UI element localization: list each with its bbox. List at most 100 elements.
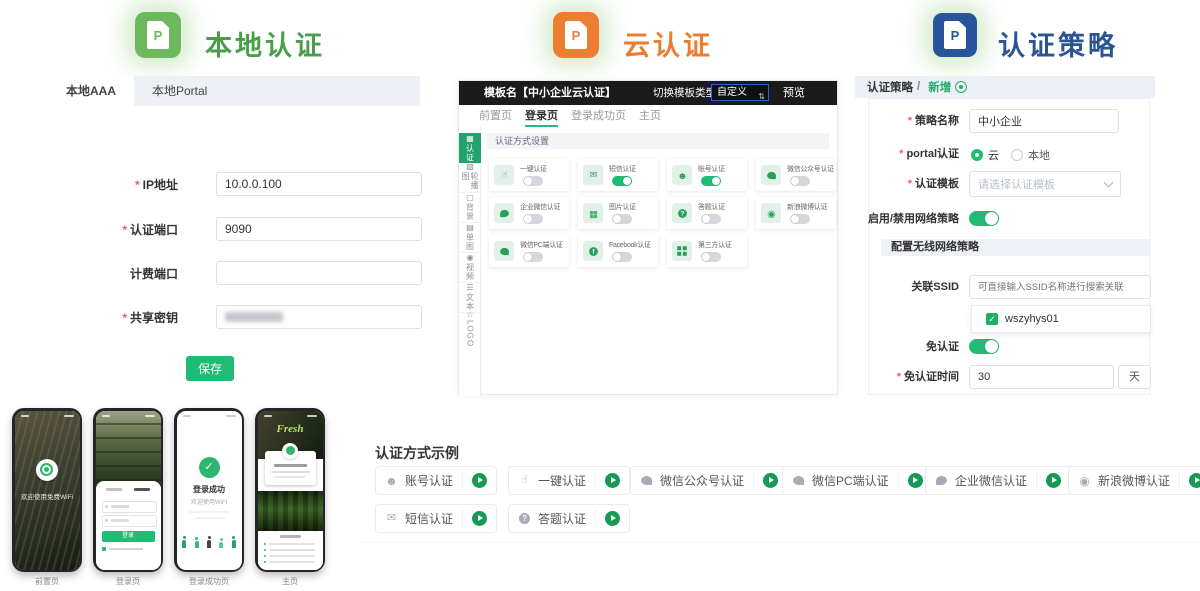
auth-free-time-field[interactable] [969, 365, 1114, 389]
method-toggle[interactable] [612, 176, 632, 186]
sidebar-item-background[interactable]: ▢背景 [459, 193, 481, 223]
weibo-icon [761, 203, 781, 223]
wechat-icon [640, 474, 653, 487]
policy-name-field[interactable] [969, 109, 1119, 133]
shared-key-field[interactable] [216, 305, 422, 329]
radio-icon[interactable] [971, 149, 983, 161]
tab-pre-page[interactable]: 前置页 [479, 107, 512, 127]
method-toggle[interactable] [612, 214, 632, 224]
phone-caption: 登录成功页 [174, 576, 244, 587]
phone-caption: 前置页 [12, 576, 82, 587]
page: P 本地认证 本地AAA 本地Portal *IP地址 *认证端口 计费端口 *… [0, 0, 1200, 591]
password-input [102, 515, 157, 527]
local-auth-title: 本地认证 [205, 24, 325, 63]
phone-screen: ✓ 登录成功 欢迎使用WiFi [177, 411, 242, 570]
ssid-search-input[interactable] [969, 275, 1151, 299]
sidebar-item-single-image[interactable]: ▤单图 [459, 223, 481, 253]
play-icon[interactable] [605, 473, 620, 488]
play-icon[interactable] [908, 473, 923, 488]
method-card: 一键认证 [489, 159, 569, 191]
radio-local[interactable]: 本地 [1011, 147, 1050, 163]
sidebar-item-auth[interactable]: ▦认证 [459, 133, 481, 163]
example-chip-wechat[interactable]: 微信公众号认证 [630, 466, 788, 495]
local-tabbar: 本地AAA 本地Portal [48, 76, 420, 106]
quiz-icon [672, 203, 692, 223]
single-image-icon: ▤ [466, 224, 474, 232]
auth-port-field[interactable] [216, 217, 422, 241]
method-card: 微信PC端认证 [489, 235, 569, 267]
method-toggle[interactable] [523, 214, 543, 224]
tab-login-success-page[interactable]: 登录成功页 [571, 107, 626, 127]
example-chip-sms[interactable]: 短信认证 [375, 504, 497, 533]
example-chip-account[interactable]: 账号认证 [375, 466, 497, 495]
document-p-icon: P [147, 21, 169, 49]
ssid-dropdown: ✓ wszyhys01 [971, 305, 1151, 333]
wecom-icon [494, 203, 514, 223]
form-row-ip: *IP地址 [30, 172, 400, 198]
divider [360, 542, 1200, 543]
method-toggle[interactable] [701, 214, 721, 224]
example-chip-weibo[interactable]: 新浪微博认证 [1068, 466, 1200, 495]
sidebar-item-text[interactable]: ☰文本 [459, 283, 481, 313]
radio-cloud[interactable]: 云 [971, 147, 999, 163]
method-toggle[interactable] [790, 214, 810, 224]
cloud-template-editor: 模板名【中小企业云认证】 切换模板类型: 自定义 ⇅ 预览 前置页 登录页 登录… [458, 80, 838, 395]
preview-button[interactable]: 预览 [783, 81, 805, 105]
phone-mockup-login-page: 登录 [93, 408, 163, 572]
play-icon[interactable] [1189, 473, 1200, 488]
example-chip-quiz[interactable]: 答题认证 [508, 504, 630, 533]
checkbox-checked-icon[interactable]: ✓ [986, 313, 998, 325]
play-icon[interactable] [605, 511, 620, 526]
brand-sign: Fresh [258, 423, 323, 435]
editor-topbar: 模板名【中小企业云认证】 切换模板类型: 自定义 ⇅ 预览 [459, 81, 837, 105]
agreement-row [102, 547, 155, 551]
ip-label: *IP地址 [135, 172, 178, 198]
sidebar-item-logo[interactable]: ☆LOGO [459, 313, 481, 345]
auth-free-toggle[interactable] [969, 339, 999, 354]
welcome-card [265, 451, 316, 485]
phone-screen: 登录 [96, 411, 161, 570]
method-toggle[interactable] [701, 176, 721, 186]
breadcrumb-new-link[interactable]: 新增 [928, 79, 951, 95]
auth-free-label: 免认证 [926, 339, 959, 355]
auth-template-label: *认证模板 [908, 171, 959, 197]
sidebar-item-carousel[interactable]: ▧轮播图 [459, 163, 481, 193]
weibo-icon [1078, 474, 1091, 487]
template-type-select[interactable]: 自定义 ⇅ [711, 84, 769, 101]
auth-template-select[interactable]: 请选择认证模板 [969, 171, 1121, 197]
tab-local-portal[interactable]: 本地Portal [134, 76, 225, 106]
document-p-icon: P [944, 21, 966, 49]
tab-login-page[interactable]: 登录页 [525, 107, 558, 127]
method-toggle[interactable] [523, 252, 543, 262]
save-button[interactable]: 保存 [186, 356, 234, 381]
billing-port-field[interactable] [216, 261, 422, 285]
method-toggle[interactable] [790, 176, 810, 186]
example-chip-wecom[interactable]: 企业微信认证 [925, 466, 1071, 495]
method-toggle[interactable] [701, 252, 721, 262]
example-chip-one-click[interactable]: 一键认证 [508, 466, 630, 495]
method-card: 图片认证 [578, 197, 658, 229]
play-icon[interactable] [472, 473, 487, 488]
radio-icon[interactable] [1011, 149, 1023, 161]
time-unit-box[interactable]: 天 [1118, 365, 1151, 389]
sidebar-item-video[interactable]: ◉视频 [459, 253, 481, 283]
brand-logo [282, 443, 298, 459]
network-policy-toggle[interactable] [969, 211, 999, 226]
ssid-option[interactable]: wszyhys01 [1005, 313, 1059, 325]
tab-home-page[interactable]: 主页 [639, 107, 661, 127]
play-icon[interactable] [1046, 473, 1061, 488]
auth-free-time-label: *免认证时间 [897, 365, 959, 389]
tab-local-aaa[interactable]: 本地AAA [48, 76, 134, 106]
quiz-icon [518, 512, 531, 525]
portal-auth-label: *portal认证 [899, 145, 959, 163]
play-icon[interactable] [472, 511, 487, 526]
example-chip-wechat-pc[interactable]: 微信PC端认证 [782, 466, 933, 495]
method-toggle[interactable] [612, 252, 632, 262]
play-icon[interactable] [763, 473, 778, 488]
wechat-pc-icon [494, 241, 514, 261]
shared-key-label: *共享密钥 [122, 305, 178, 331]
phone-caption: 主页 [255, 576, 325, 587]
ip-field[interactable] [216, 172, 422, 196]
method-toggle[interactable] [523, 176, 543, 186]
success-text: 登录成功 [177, 484, 242, 495]
